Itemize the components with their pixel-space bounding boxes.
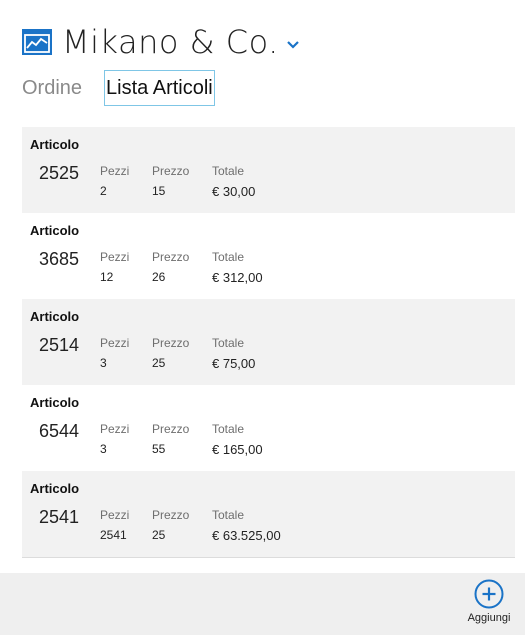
pezzi-value: 12	[100, 270, 114, 284]
prezzo-value: 25	[152, 356, 166, 370]
pezzi-label: Pezzi	[100, 164, 130, 178]
item-code: 6544	[39, 421, 80, 441]
pezzi-label: Pezzi	[100, 250, 130, 264]
totale-label: Totale	[212, 508, 245, 522]
item-code: 3685	[39, 249, 80, 269]
totale-value: € 312,00	[212, 270, 263, 285]
totale-value: € 75,00	[212, 356, 256, 371]
prezzo-value: 15	[152, 184, 166, 198]
item-heading: Articolo	[30, 137, 80, 152]
prezzo-label: Prezzo	[152, 508, 190, 522]
prezzo-value: 25	[152, 528, 166, 542]
tab-lista-articoli[interactable]: Lista Articoli	[104, 70, 215, 106]
chevron-down-icon[interactable]	[285, 37, 301, 53]
prezzo-value: 26	[152, 270, 166, 284]
list-item[interactable]: Articolo 2514 Pezzi Prezzo Totale 3 25 €…	[22, 299, 515, 385]
item-code: 2514	[39, 335, 80, 355]
item-code: 2541	[39, 507, 80, 527]
item-heading: Articolo	[30, 481, 80, 496]
add-button[interactable]: Aggiungi	[463, 579, 515, 631]
tab-bar: Ordine Lista Articoli	[22, 70, 215, 106]
list-item[interactable]: Articolo 2525 Pezzi Prezzo Totale 2 15 €…	[22, 127, 515, 213]
item-heading: Articolo	[30, 223, 80, 238]
pezzi-value: 2	[100, 184, 107, 198]
chart-window-icon	[22, 29, 52, 55]
articles-list: Articolo 2525 Pezzi Prezzo Totale 2 15 €…	[22, 127, 515, 558]
pezzi-label: Pezzi	[100, 508, 130, 522]
plus-circle-icon[interactable]	[474, 579, 504, 609]
prezzo-value: 55	[152, 442, 166, 456]
totale-value: € 165,00	[212, 442, 263, 457]
prezzo-label: Prezzo	[152, 250, 190, 264]
prezzo-label: Prezzo	[152, 422, 190, 436]
prezzo-label: Prezzo	[152, 336, 190, 350]
item-code: 2525	[39, 163, 80, 183]
totale-value: € 63.525,00	[212, 528, 281, 543]
prezzo-label: Prezzo	[152, 164, 190, 178]
totale-value: € 30,00	[212, 184, 256, 199]
totale-label: Totale	[212, 336, 245, 350]
app-title[interactable]: Mikano & Co.	[62, 22, 279, 62]
add-button-label: Aggiungi	[467, 612, 511, 624]
app-header: Mikano & Co.	[22, 22, 301, 62]
list-item[interactable]: Articolo 6544 Pezzi Prezzo Totale 3 55 €…	[22, 385, 515, 471]
pezzi-value: 2541	[100, 528, 127, 542]
pezzi-label: Pezzi	[100, 336, 130, 350]
item-heading: Articolo	[30, 309, 80, 324]
list-divider	[22, 557, 515, 558]
totale-label: Totale	[212, 164, 245, 178]
totale-label: Totale	[212, 422, 245, 436]
list-item[interactable]: Articolo 3685 Pezzi Prezzo Totale 12 26 …	[22, 213, 515, 299]
app-bar: Aggiungi	[0, 573, 525, 635]
tab-ordine[interactable]: Ordine	[22, 70, 82, 106]
pezzi-value: 3	[100, 442, 107, 456]
item-heading: Articolo	[30, 395, 80, 410]
pezzi-value: 3	[100, 356, 107, 370]
pezzi-label: Pezzi	[100, 422, 130, 436]
totale-label: Totale	[212, 250, 245, 264]
list-item[interactable]: Articolo 2541 Pezzi Prezzo Totale 2541 2…	[22, 471, 515, 557]
